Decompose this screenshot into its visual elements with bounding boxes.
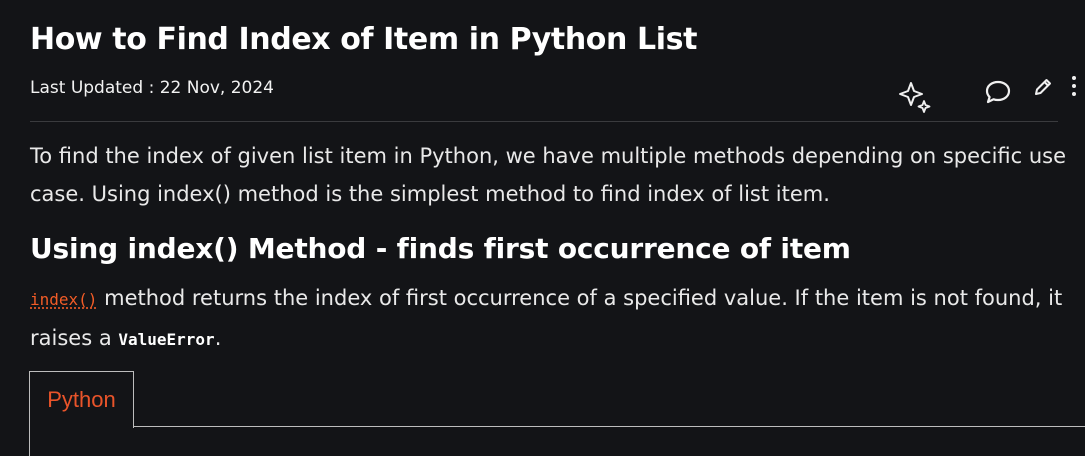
ai-sparkle-icon[interactable]	[898, 80, 932, 114]
section-text-end: .	[215, 326, 222, 350]
page-title: How to Find Index of Item in Python List	[30, 22, 697, 57]
edit-icon[interactable]	[1032, 76, 1054, 98]
value-error-code: ValueError	[118, 330, 214, 349]
index-method-link[interactable]: index()	[30, 290, 97, 309]
header-divider	[30, 121, 1058, 122]
last-updated: Last Updated : 22 Nov, 2024	[30, 78, 274, 98]
code-panel	[29, 426, 1085, 456]
section-heading: Using index() Method - finds first occur…	[30, 232, 851, 265]
tab-python[interactable]: Python	[29, 371, 134, 428]
intro-paragraph: To find the index of given list item in …	[30, 137, 1078, 213]
comment-icon[interactable]	[984, 79, 1012, 105]
article-actions	[898, 72, 1058, 112]
more-options-icon[interactable]	[1068, 74, 1080, 102]
section-paragraph: index() method returns the index of firs…	[30, 279, 1078, 359]
